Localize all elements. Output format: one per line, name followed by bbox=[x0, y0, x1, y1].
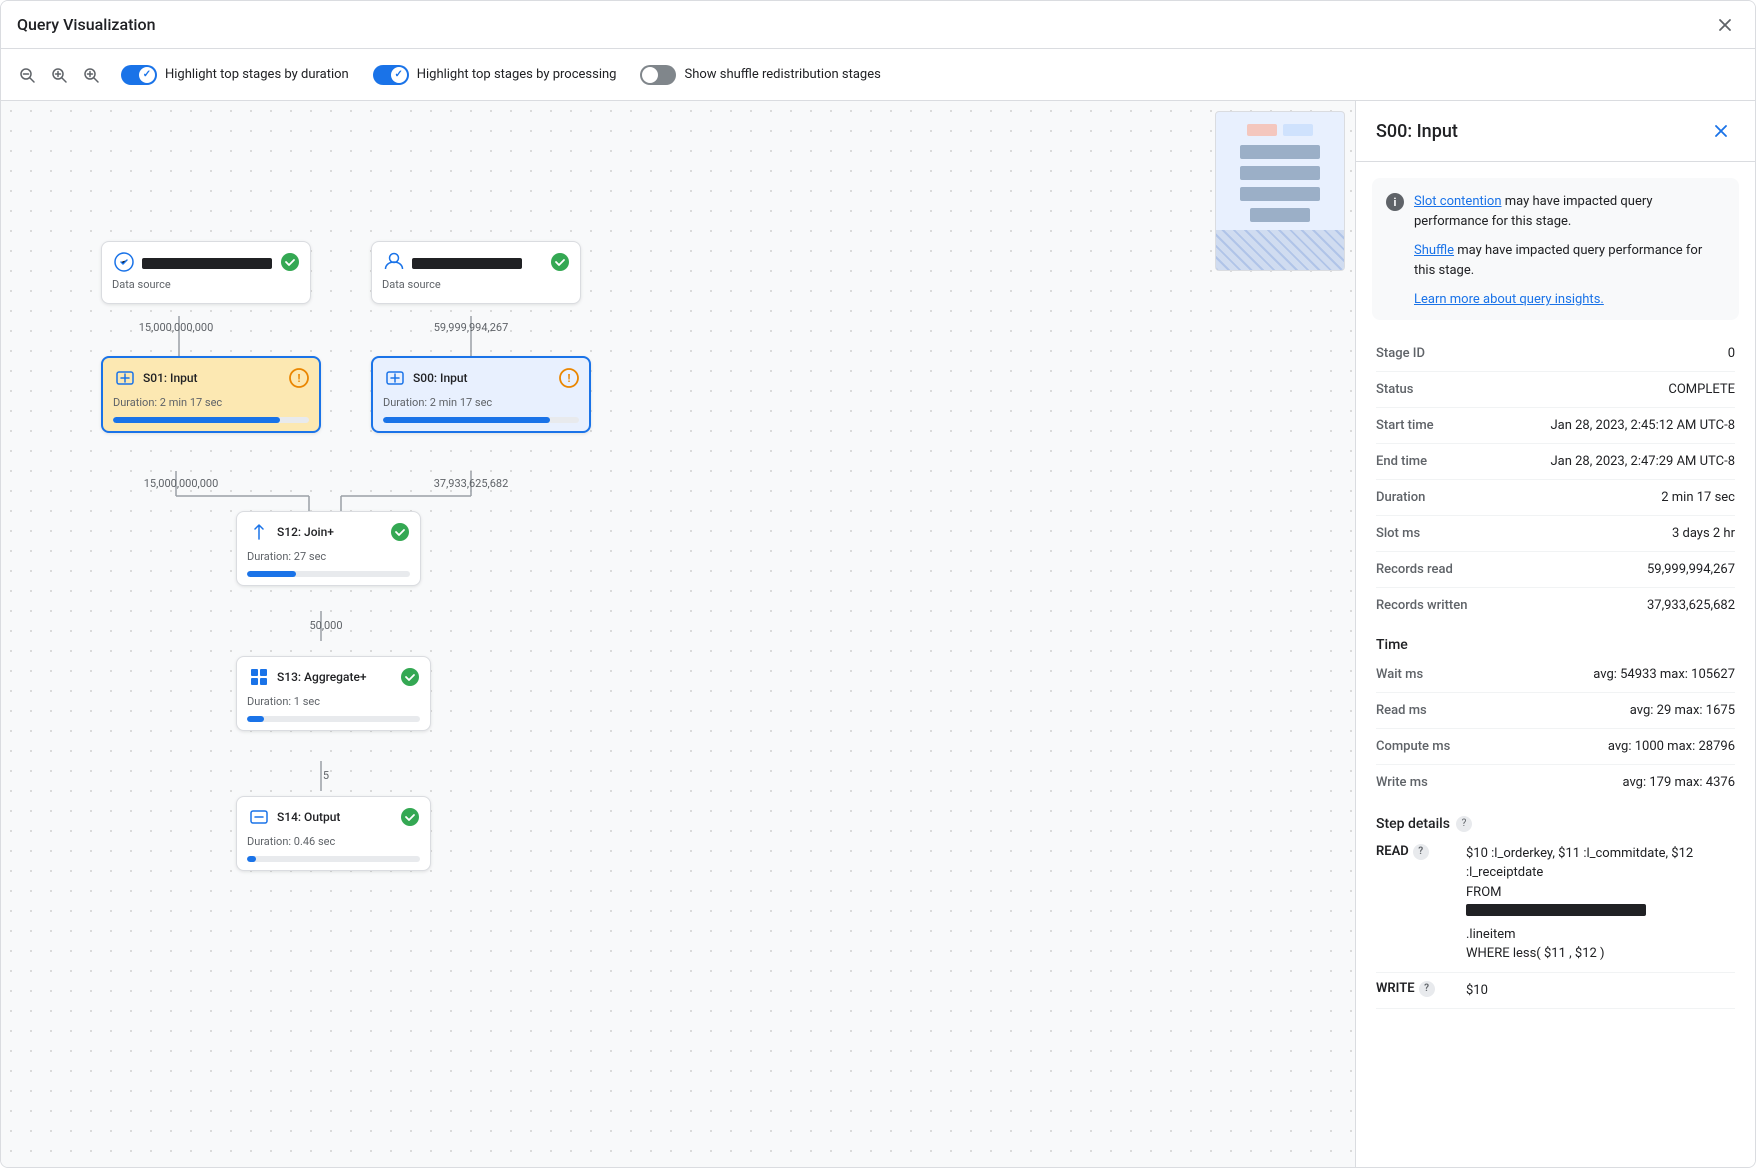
stat-records-read: Records read 59,999,994,267 bbox=[1376, 552, 1735, 588]
stats-table: Stage ID 0 Status COMPLETE Start time Ja… bbox=[1356, 336, 1755, 623]
S01-duration: Duration: 2 min 17 sec bbox=[103, 394, 319, 413]
S13-duration: Duration: 1 sec bbox=[237, 693, 430, 712]
stat-write-ms: Write ms avg: 179 max: 4376 bbox=[1376, 765, 1735, 800]
svg-text:!: ! bbox=[568, 372, 571, 385]
label-s00-s12: 37,933,625,682 bbox=[391, 477, 551, 490]
label-s01-s12: 15,000,000,000 bbox=[101, 477, 261, 490]
S12-progress bbox=[247, 571, 410, 577]
label-s13-s14: 5 bbox=[311, 769, 341, 782]
node-S12[interactable]: S12: Join+ Duration: 27 sec bbox=[236, 511, 421, 586]
stat-status: Status COMPLETE bbox=[1376, 372, 1735, 408]
label-ds1-s01: 15,000,000,000 bbox=[111, 321, 241, 334]
time-section-header: Time bbox=[1356, 623, 1755, 657]
slot-contention-link[interactable]: Slot contention bbox=[1414, 194, 1502, 209]
read-help-icon[interactable]: ? bbox=[1413, 844, 1429, 860]
S13-icon bbox=[247, 665, 271, 689]
info-icon-1: i bbox=[1386, 193, 1404, 211]
S01-progress bbox=[113, 417, 309, 423]
node-S13[interactable]: S13: Aggregate+ Duration: 1 sec bbox=[236, 656, 431, 731]
S13-badge bbox=[400, 667, 420, 687]
S12-badge bbox=[390, 522, 410, 542]
svg-text:!: ! bbox=[298, 372, 301, 385]
S01-icon bbox=[113, 366, 137, 390]
datasource1-type: Data source bbox=[102, 278, 310, 295]
node-datasource2[interactable]: Data source bbox=[371, 241, 581, 304]
time-section: Wait ms avg: 54933 max: 105627 Read ms a… bbox=[1356, 657, 1755, 800]
window-title: Query Visualization bbox=[17, 15, 155, 34]
step-write: WRITE ? $10 bbox=[1376, 973, 1735, 1010]
panel-close-button[interactable] bbox=[1707, 117, 1735, 145]
datasource2-type: Data source bbox=[372, 278, 580, 295]
S00-badge: ! bbox=[559, 368, 579, 388]
canvas-area: Data source Data source 15 bbox=[1, 101, 1355, 1167]
stat-compute-ms: Compute ms avg: 1000 max: 28796 bbox=[1376, 729, 1735, 765]
zoom-controls bbox=[13, 61, 105, 89]
step-read: READ ? $10 :l_orderkey, $11 :l_commitdat… bbox=[1376, 836, 1735, 973]
info-box: i Slot contention may have impacted quer… bbox=[1372, 178, 1739, 320]
S01-title: S01: Input bbox=[143, 371, 283, 385]
datasource1-badge bbox=[280, 252, 300, 272]
S13-title: S13: Aggregate+ bbox=[277, 670, 394, 684]
stat-slot-ms: Slot ms 3 days 2 hr bbox=[1376, 516, 1735, 552]
datasource2-badge bbox=[550, 252, 570, 272]
S13-progress bbox=[247, 716, 420, 722]
S00-duration: Duration: 2 min 17 sec bbox=[373, 394, 589, 413]
right-panel: S00: Input i Slot contention may have im… bbox=[1355, 101, 1755, 1167]
S14-duration: Duration: 0.46 sec bbox=[237, 833, 430, 852]
shuffle-link[interactable]: Shuffle bbox=[1414, 243, 1454, 258]
stat-stage-id: Stage ID 0 bbox=[1376, 336, 1735, 372]
step-details-header: Step details bbox=[1376, 816, 1450, 832]
S14-title: S14: Output bbox=[277, 810, 394, 824]
S14-icon bbox=[247, 805, 271, 829]
write-value: $10 bbox=[1466, 981, 1735, 1001]
S12-icon bbox=[247, 520, 271, 544]
read-value: $10 :l_orderkey, $11 :l_commitdate, $12 … bbox=[1466, 844, 1735, 964]
learn-more-link[interactable]: Learn more about query insights. bbox=[1414, 292, 1604, 307]
toggle-processing[interactable]: ✓ Highlight top stages by processing bbox=[373, 65, 617, 85]
toggle-duration[interactable]: ✓ Highlight top stages by duration bbox=[121, 65, 349, 85]
stat-duration: Duration 2 min 17 sec bbox=[1376, 480, 1735, 516]
label-s12-s13: 50,000 bbox=[291, 619, 361, 632]
node-S00[interactable]: S00: Input ! Duration: 2 min 17 sec bbox=[371, 356, 591, 433]
S00-title: S00: Input bbox=[413, 371, 553, 385]
zoom-reset-button[interactable] bbox=[77, 61, 105, 89]
datasource1-icon bbox=[112, 250, 136, 274]
S01-badge: ! bbox=[289, 368, 309, 388]
toggle-shuffle[interactable]: Show shuffle redistribution stages bbox=[640, 65, 880, 85]
info-text-1: Slot contention may have impacted query … bbox=[1414, 192, 1725, 231]
info-text-3: Learn more about query insights. bbox=[1414, 290, 1604, 310]
S00-icon bbox=[383, 366, 407, 390]
node-datasource1[interactable]: Data source bbox=[101, 241, 311, 304]
zoom-in-button[interactable] bbox=[45, 61, 73, 89]
zoom-out-button[interactable] bbox=[13, 61, 41, 89]
datasource2-icon bbox=[382, 250, 406, 274]
node-S01[interactable]: S01: Input ! Duration: 2 min 17 sec bbox=[101, 356, 321, 433]
S14-badge bbox=[400, 807, 420, 827]
S12-duration: Duration: 27 sec bbox=[237, 548, 420, 567]
mini-map[interactable] bbox=[1215, 111, 1345, 271]
toggle-shuffle-label: Show shuffle redistribution stages bbox=[684, 67, 880, 82]
info-text-2: Shuffle may have impacted query performa… bbox=[1414, 241, 1725, 280]
stat-end-time: End time Jan 28, 2023, 2:47:29 AM UTC-8 bbox=[1376, 444, 1735, 480]
step-details-help-icon[interactable]: ? bbox=[1456, 816, 1472, 832]
stat-wait-ms: Wait ms avg: 54933 max: 105627 bbox=[1376, 657, 1735, 693]
stat-start-time: Start time Jan 28, 2023, 2:45:12 AM UTC-… bbox=[1376, 408, 1735, 444]
stat-read-ms: Read ms avg: 29 max: 1675 bbox=[1376, 693, 1735, 729]
node-S14[interactable]: S14: Output Duration: 0.46 sec bbox=[236, 796, 431, 871]
S12-title: S12: Join+ bbox=[277, 525, 384, 539]
S00-progress bbox=[383, 417, 579, 423]
toggle-duration-label: Highlight top stages by duration bbox=[165, 67, 349, 82]
panel-title: S00: Input bbox=[1376, 121, 1458, 142]
stat-records-written: Records written 37,933,625,682 bbox=[1376, 588, 1735, 623]
write-help-icon[interactable]: ? bbox=[1419, 981, 1435, 997]
S14-progress bbox=[247, 856, 420, 862]
label-ds2-s00: 59,999,994,267 bbox=[391, 321, 551, 334]
window-close-button[interactable] bbox=[1711, 11, 1739, 39]
step-details-section: READ ? $10 :l_orderkey, $11 :l_commitdat… bbox=[1356, 836, 1755, 1026]
toggle-processing-label: Highlight top stages by processing bbox=[417, 67, 617, 82]
